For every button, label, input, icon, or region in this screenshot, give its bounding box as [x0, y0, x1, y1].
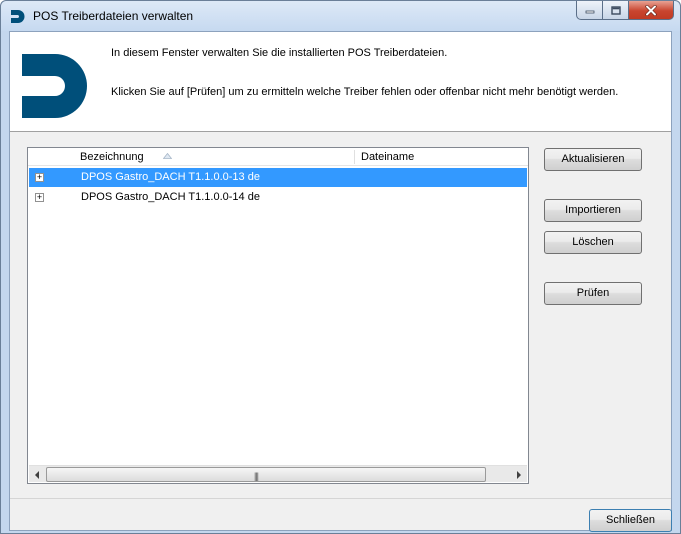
expand-plus-icon[interactable]: + [35, 193, 44, 202]
minimize-icon [585, 10, 594, 14]
scroll-right-button[interactable] [510, 466, 527, 483]
close-window-button[interactable] [629, 1, 674, 20]
list-item[interactable]: + DPOS Gastro_DACH T1.1.0.0-14 de [29, 188, 527, 207]
caption-buttons [576, 1, 674, 21]
maximize-button[interactable] [603, 1, 629, 20]
arrow-right-icon [517, 470, 521, 479]
refresh-button[interactable]: Aktualisieren [544, 148, 642, 171]
maximize-icon [610, 5, 621, 15]
hint-text: Klicken Sie auf [Prüfen] um zu ermitteln… [111, 86, 619, 98]
dialog-content: In diesem Fenster verwalten Sie die inst… [9, 31, 672, 532]
column-separator[interactable] [354, 150, 355, 164]
driver-file-list[interactable]: Bezeichnung Dateiname + DPOS Gastro_DACH… [27, 147, 529, 484]
main-window: POS Treiberdateien verwalten In diesem F… [0, 0, 681, 534]
check-button[interactable]: Prüfen [544, 282, 642, 305]
intro-text: In diesem Fenster verwalten Sie die inst… [111, 47, 448, 59]
scroll-left-button[interactable] [29, 466, 46, 483]
close-button[interactable]: Schließen [589, 509, 672, 532]
list-item-label: DPOS Gastro_DACH T1.1.0.0-14 de [81, 191, 260, 203]
window-title: POS Treiberdateien verwalten [33, 9, 194, 23]
minimize-button[interactable] [576, 1, 603, 20]
close-icon [645, 4, 657, 16]
d-logo-icon [22, 54, 87, 118]
list-header: Bezeichnung Dateiname [28, 148, 528, 166]
d-logo-icon [11, 10, 25, 23]
title-bar[interactable]: POS Treiberdateien verwalten [1, 1, 680, 31]
scrollbar-grip-icon: ||| [254, 471, 259, 481]
divider [10, 498, 671, 499]
column-header-dateiname[interactable]: Dateiname [361, 151, 414, 163]
expand-plus-icon[interactable]: + [35, 173, 44, 182]
sort-ascending-icon [163, 153, 172, 159]
list-item-label: DPOS Gastro_DACH T1.1.0.0-13 de [81, 171, 260, 183]
list-item[interactable]: + DPOS Gastro_DACH T1.1.0.0-13 de [29, 168, 527, 187]
horizontal-scrollbar[interactable]: ||| [29, 465, 527, 482]
arrow-left-icon [35, 470, 39, 479]
column-header-bezeichnung[interactable]: Bezeichnung [80, 151, 144, 163]
import-button[interactable]: Importieren [544, 199, 642, 222]
header-panel: In diesem Fenster verwalten Sie die inst… [10, 32, 671, 132]
delete-button[interactable]: Löschen [544, 231, 642, 254]
scrollbar-thumb[interactable]: ||| [46, 467, 486, 482]
